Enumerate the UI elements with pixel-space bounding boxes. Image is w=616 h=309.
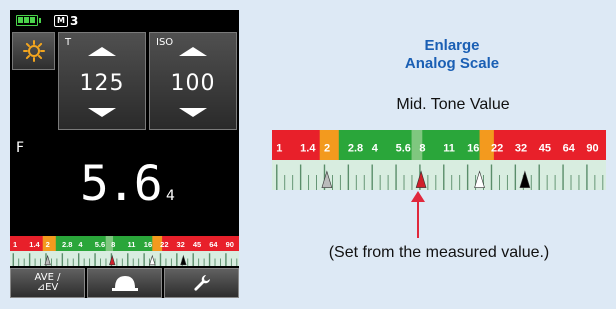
scale-label: 45 (539, 143, 551, 155)
annotation-title: Enlarge Analog Scale (362, 37, 542, 73)
scale-label: 1.4 (300, 143, 316, 155)
wrench-icon (193, 275, 210, 291)
shutter-speed-control[interactable]: T 125 (58, 32, 146, 130)
set-note: (Set from the measured value.) (328, 244, 550, 261)
shutter-label: T (65, 37, 72, 48)
shutter-value: 125 (79, 71, 125, 96)
scale-label: 32 (515, 143, 527, 155)
ev-label: ⊿EV (36, 282, 59, 293)
scale-label: 2 (324, 143, 330, 155)
settings-button[interactable] (164, 268, 239, 298)
scale-label: 22 (160, 240, 168, 249)
average-ev-button[interactable]: AVE / ⊿EV (10, 268, 85, 298)
scale-label: 45 (193, 240, 201, 249)
scale-label: 1.4 (29, 240, 40, 249)
scale-label: 16 (467, 143, 479, 155)
scale-label: 8 (111, 240, 115, 249)
scale-label: 4 (372, 143, 379, 155)
scale-label: 64 (209, 240, 218, 249)
title-line-2: Analog Scale (404, 55, 500, 72)
iso-label: ISO (156, 37, 174, 48)
light-mode-button[interactable] (12, 32, 55, 70)
memory-mode-indicator: M 3 (54, 13, 78, 28)
scale-label: 90 (586, 143, 598, 155)
scale-tick-band (272, 160, 606, 190)
fstop-value: 5.6 (80, 156, 163, 212)
scale-label: 1 (276, 143, 282, 155)
midtone-caption: Mid. Tone Value (396, 96, 510, 113)
battery-icon (16, 15, 41, 26)
scale-label: 90 (226, 240, 234, 249)
scale-label: 64 (563, 143, 576, 155)
scale-label: 22 (491, 143, 503, 155)
iso-value: 100 (170, 71, 216, 96)
measuring-mode-button[interactable] (87, 268, 162, 298)
scale-label: 1 (13, 240, 17, 249)
meter-screen: M 3 T 125 ISO 100 F 5.6 4 1 1.4 2 2.8 4 5.6 8 1… (10, 10, 239, 298)
scale-label: 32 (177, 240, 185, 249)
mode-number: 3 (69, 13, 79, 28)
mode-box: M (54, 14, 68, 27)
title-line-1: Enlarge (424, 37, 480, 54)
pointer-line (417, 200, 419, 238)
scale-label: 2.8 (348, 143, 363, 155)
scale-label: 2.8 (62, 240, 72, 249)
iso-control[interactable]: ISO 100 (149, 32, 237, 130)
dome-icon (111, 276, 138, 291)
up-arrow-icon[interactable] (179, 47, 207, 56)
status-bar: M 3 (10, 10, 239, 32)
sun-icon (22, 40, 45, 62)
analog-scale-small: 1 1.4 2 2.8 4 5.6 8 11 16 22 32 45 64 90 (10, 236, 239, 266)
down-arrow-icon[interactable] (179, 108, 207, 117)
scale-tick-band (10, 251, 239, 266)
scale-label: 8 (419, 143, 425, 155)
scale-label: 5.6 (95, 240, 105, 249)
scale-label: 11 (443, 143, 455, 155)
down-arrow-icon[interactable] (88, 108, 116, 117)
scale-label: 16 (144, 240, 152, 249)
scale-label: 5.6 (396, 143, 411, 155)
analog-scale-enlarged: 1 1.4 2 2.8 4 5.6 8 11 16 22 32 45 64 90 (272, 130, 606, 190)
scale-label: 2 (46, 240, 50, 249)
fstop-subvalue: 4 (166, 188, 175, 204)
scale-label: 11 (127, 240, 135, 249)
up-arrow-icon[interactable] (88, 47, 116, 56)
bottom-toolbar: AVE / ⊿EV (10, 268, 239, 298)
fstop-label: F (16, 140, 25, 156)
